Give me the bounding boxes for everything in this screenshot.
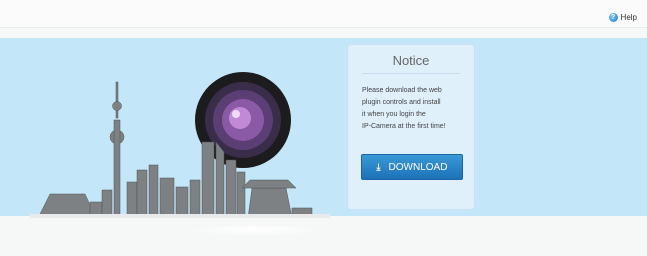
notice-line: plugin controls and install xyxy=(362,99,441,106)
notice-panel: Notice Please download the web plugin co… xyxy=(347,44,475,210)
ground-glow xyxy=(185,224,325,236)
help-label: Help xyxy=(620,13,637,22)
city-camera-illustration xyxy=(30,72,330,218)
footer-area xyxy=(0,216,647,256)
notice-title: Notice xyxy=(392,53,430,68)
download-button[interactable]: ⤓ DOWNLOAD xyxy=(361,154,463,180)
notice-message: Please download the web plugin controls … xyxy=(362,85,472,133)
notice-line: it when you login the xyxy=(362,111,426,118)
help-icon: ? xyxy=(608,13,618,22)
help-link[interactable]: ? Help xyxy=(608,13,637,22)
download-arrow-icon: ⤓ xyxy=(376,161,381,172)
notice-divider xyxy=(362,73,460,74)
top-bar: ? Help xyxy=(0,0,647,28)
notice-line: IP-Camera at the first time! xyxy=(362,123,446,130)
notice-line: Please download the web xyxy=(362,87,442,94)
download-label: DOWNLOAD xyxy=(388,161,448,173)
